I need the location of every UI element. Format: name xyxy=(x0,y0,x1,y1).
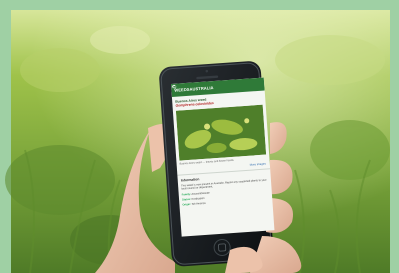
photo-scene: WEEDSAUSTRALIA Buenos Aires weed Gomphre… xyxy=(0,0,399,273)
phone-screen: WEEDSAUSTRALIA Buenos Aires weed Gomphre… xyxy=(171,77,275,237)
field-value: Eradication xyxy=(191,196,205,201)
app-title: WEEDSAUSTRALIA xyxy=(174,85,214,93)
field-key: Origin: xyxy=(182,203,192,207)
field-key: Family: xyxy=(181,192,191,197)
info-icon xyxy=(171,84,176,89)
plant-image xyxy=(175,104,267,161)
field-value: Sth America xyxy=(191,202,206,207)
field-key: Status: xyxy=(182,197,191,202)
plant-photo[interactable] xyxy=(175,104,267,161)
